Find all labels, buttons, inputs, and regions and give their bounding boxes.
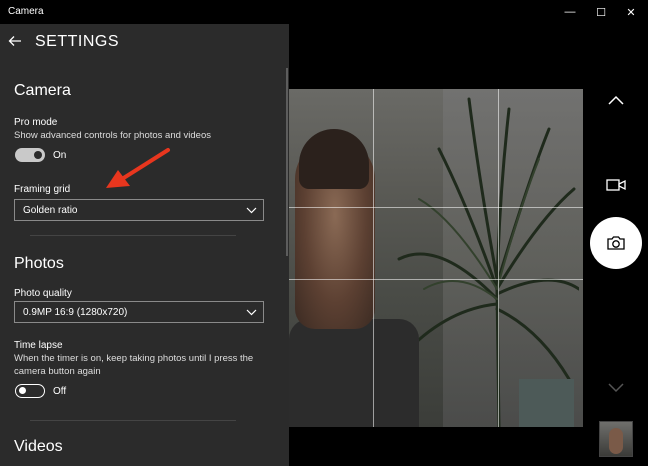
time-lapse-toggle[interactable] [15, 384, 45, 398]
settings-header: SETTINGS [0, 24, 289, 64]
camera-section-title: Camera [14, 82, 71, 99]
pro-mode-state: On [53, 150, 67, 161]
time-lapse-label: Time lapse [14, 340, 63, 351]
last-photo-thumbnail[interactable] [599, 421, 633, 457]
maximize-button[interactable]: ☐ [586, 0, 616, 24]
settings-panel: SETTINGS Camera Pro mode Show advanced c… [0, 24, 289, 466]
close-button[interactable]: ✕ [616, 0, 646, 24]
person-hair [299, 129, 369, 189]
grid-line-horizontal-1 [289, 207, 583, 208]
photos-section-title: Photos [14, 255, 64, 272]
shutter-button[interactable] [590, 217, 642, 269]
pro-mode-toggle[interactable] [15, 148, 45, 162]
back-arrow-icon [8, 36, 21, 46]
time-lapse-state: Off [53, 386, 67, 397]
grid-line-vertical-2 [498, 89, 499, 427]
grid-line-vertical-1 [373, 89, 374, 427]
chevron-up-icon[interactable] [607, 93, 625, 107]
toggle-knob [34, 151, 42, 159]
chevron-down-icon [246, 309, 257, 316]
thumbnail-face [609, 428, 623, 454]
settings-title: SETTINGS [35, 33, 120, 50]
photo-quality-label: Photo quality [14, 288, 72, 299]
annotation-arrow-icon [106, 148, 170, 188]
settings-scrollbar[interactable] [286, 68, 288, 256]
camera-preview[interactable] [289, 89, 583, 427]
pro-mode-description: Show advanced controls for photos and vi… [14, 130, 211, 141]
chevron-down-icon [246, 207, 257, 214]
pro-mode-label: Pro mode [14, 117, 58, 128]
photo-quality-dropdown[interactable]: 0.9MP 16:9 (1280x720) [14, 301, 264, 323]
toggle-knob [19, 387, 26, 394]
grid-line-horizontal-2 [289, 279, 583, 280]
framing-grid-value: Golden ratio [23, 205, 78, 216]
window-title: Camera [8, 6, 44, 17]
chevron-down-icon[interactable] [607, 380, 625, 394]
back-button[interactable] [4, 30, 26, 52]
photo-quality-value: 0.9MP 16:9 (1280x720) [23, 307, 128, 318]
video-camera-icon[interactable] [606, 178, 626, 192]
camera-icon [607, 236, 625, 250]
section-divider [30, 235, 236, 236]
title-bar: Camera — ☐ ✕ [0, 0, 648, 24]
framing-grid-dropdown[interactable]: Golden ratio [14, 199, 264, 221]
framing-grid-label: Framing grid [14, 184, 71, 195]
time-lapse-description: When the timer is on, keep taking photos… [14, 353, 254, 377]
videos-section-title: Videos [14, 438, 63, 455]
section-divider [30, 420, 236, 421]
person-body [289, 319, 419, 427]
minimize-button[interactable]: — [555, 0, 585, 24]
